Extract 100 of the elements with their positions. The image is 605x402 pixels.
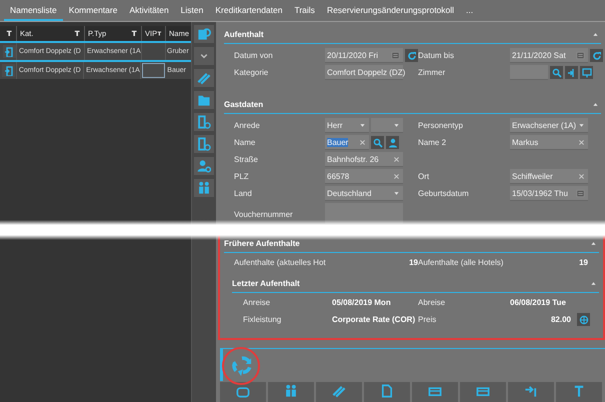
toolbar-button[interactable]: [556, 382, 602, 402]
caret-icon: [393, 190, 400, 196]
field-value: Corporate Rate (COR): [332, 315, 416, 324]
field-label: PLZ: [234, 172, 250, 181]
filter-icon: [6, 30, 14, 38]
toolbar-button[interactable]: [364, 382, 410, 402]
toolbar-button[interactable]: [220, 382, 266, 402]
person-icon: [388, 138, 398, 148]
dropdown[interactable]: Herr: [325, 118, 369, 133]
refresh-button[interactable]: [405, 49, 418, 62]
dropdown[interactable]: Erwachsener (1A): [510, 118, 588, 133]
folder-icon: [197, 93, 211, 107]
tab[interactable]: Kommentare: [62, 0, 124, 21]
tab[interactable]: Trails: [288, 0, 321, 21]
toolbar-button[interactable]: [194, 113, 214, 131]
tab[interactable]: Aktivitäten: [123, 0, 175, 21]
filter-icon: [157, 30, 163, 38]
toolbar-button[interactable]: [194, 25, 214, 43]
field-label: Datum bis: [418, 51, 456, 60]
field-label: Name 2: [418, 138, 448, 147]
toolbar-button[interactable]: [508, 382, 554, 402]
field-label: Name: [234, 138, 256, 147]
text-field[interactable]: Markus: [510, 135, 588, 150]
field-label: Land: [234, 189, 253, 198]
filter-icon: [74, 30, 82, 38]
row-action-button[interactable]: [2, 45, 16, 58]
toolbar-button[interactable]: [316, 382, 362, 402]
refresh-icon: [406, 50, 416, 60]
text-field[interactable]: Bahnhofstr. 26: [325, 152, 403, 167]
tab[interactable]: Reservierungsänderungsprotokoll: [320, 0, 460, 21]
dropdown[interactable]: Deutschland: [325, 186, 403, 201]
text-field[interactable]: 66578: [325, 169, 403, 184]
arrows-icon: [524, 384, 538, 398]
collapse-icon: [592, 101, 599, 108]
section-title: Frühere Aufenthalte: [224, 239, 300, 248]
collapse-icon: [590, 280, 597, 287]
clear-icon: [393, 172, 400, 180]
text-field[interactable]: 20/11/2020 Fri: [325, 48, 403, 63]
search-button[interactable]: [371, 136, 384, 149]
field-label: Kategorie: [234, 68, 270, 77]
field-value: 05/08/2019 Mon: [332, 298, 392, 307]
field-label: Aufenthalte (alle Hotels): [418, 258, 504, 267]
field-label: Datum von: [234, 51, 274, 60]
caret-icon: [393, 122, 400, 128]
document-icon: [380, 384, 394, 398]
row-action-button[interactable]: [2, 64, 16, 77]
currency-button[interactable]: [577, 313, 590, 326]
clear-icon: [393, 156, 400, 162]
pencil-icon: [332, 384, 346, 398]
text-field[interactable]: 15/03/1962 Thu: [510, 186, 588, 201]
tab[interactable]: ...: [460, 0, 480, 21]
count-value: 19: [578, 258, 588, 267]
room-button[interactable]: [565, 66, 578, 79]
field-label: Straße: [234, 155, 260, 164]
section-title: Aufenthalt: [224, 30, 264, 39]
section-title: Letzter Aufenthalt: [232, 279, 300, 288]
field-value: 06/08/2019 Tue: [510, 298, 567, 307]
exit-icon: [566, 68, 576, 78]
field-label: Fixleistung: [243, 315, 282, 324]
people-icon: [284, 384, 298, 398]
field-label: Abreise: [418, 298, 446, 307]
field-label: Ort: [418, 172, 430, 181]
calendar-icon: [391, 50, 400, 60]
toolbar-button[interactable]: [194, 179, 214, 197]
collapse-icon: [592, 31, 599, 38]
field-label: Aufenthalte (aktuelles Hot: [234, 258, 327, 267]
guest-button[interactable]: [386, 136, 399, 149]
text-field[interactable]: 21/11/2020 Sat: [510, 48, 588, 63]
board-icon: [582, 68, 592, 78]
room-plan-button[interactable]: [580, 66, 593, 79]
pin-icon: [572, 384, 586, 398]
caret-icon: [359, 122, 366, 128]
filter-icon: [131, 30, 139, 38]
clear-icon: [578, 138, 585, 146]
tab[interactable]: Kreditkartendaten: [209, 0, 288, 21]
tab[interactable]: Listen: [174, 0, 210, 21]
section-title: Gastdaten: [224, 100, 264, 109]
toolbar-button[interactable]: [194, 157, 214, 175]
search-icon: [372, 138, 382, 148]
toolbar-button[interactable]: [412, 382, 458, 402]
toolbar-button[interactable]: [194, 69, 214, 87]
text-field[interactable]: Schiffweiler: [510, 169, 588, 184]
field-label: Anrede: [234, 121, 261, 130]
field-label: Anreise: [243, 298, 272, 307]
search-button[interactable]: [550, 66, 563, 79]
text-field[interactable]: Bauer: [325, 135, 369, 150]
toolbar-button[interactable]: [194, 91, 214, 109]
toolbar-button[interactable]: [460, 382, 506, 402]
pencil-icon: [197, 71, 211, 85]
text-field[interactable]: [325, 203, 403, 225]
toolbar-button[interactable]: [194, 135, 214, 153]
person-icon: [197, 159, 211, 173]
text-field[interactable]: [510, 65, 548, 80]
toolbar-button[interactable]: [268, 382, 314, 402]
field-label: Vouchernummer: [234, 210, 294, 218]
dropdown[interactable]: Comfort Doppelz (DZ): [325, 65, 403, 80]
count-value: 19: [408, 258, 418, 267]
toolbar-button[interactable]: [194, 47, 214, 65]
refresh-button[interactable]: [590, 49, 603, 62]
people-icon: [197, 181, 211, 195]
